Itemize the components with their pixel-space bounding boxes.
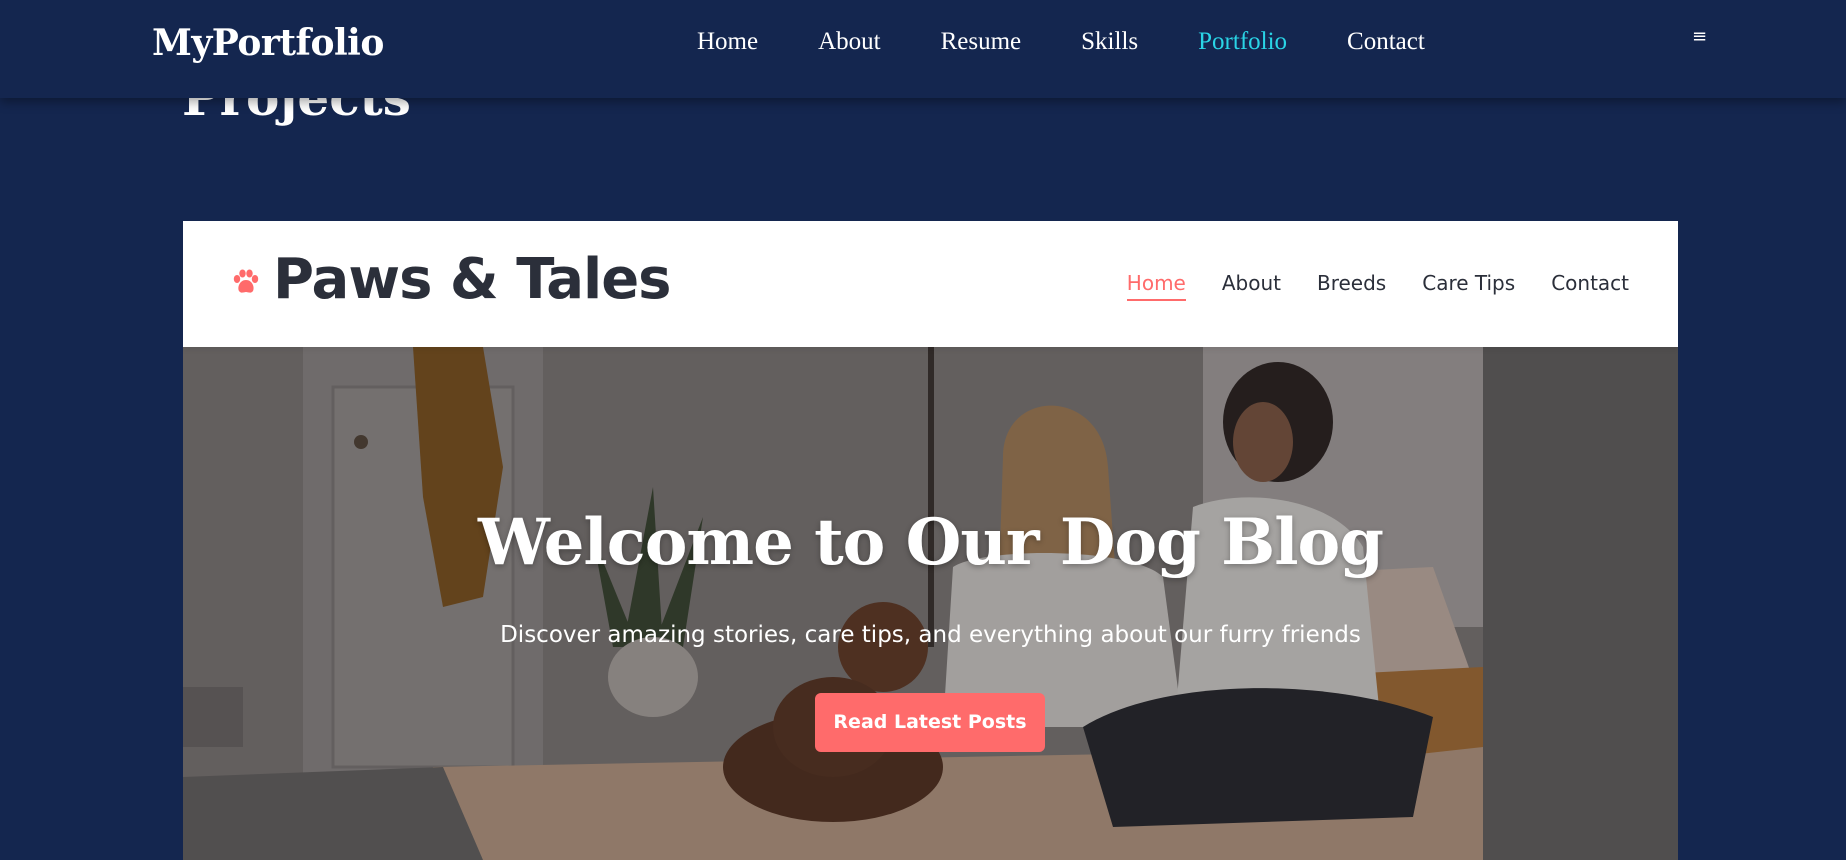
- blog-nav: Home About Breeds Care Tips Contact: [1091, 271, 1629, 301]
- blog-nav-home[interactable]: Home: [1126, 271, 1186, 301]
- hero-section: Welcome to Our Dog Blog Discover amazing…: [183, 347, 1678, 860]
- nav-skills[interactable]: Skills: [1081, 28, 1138, 56]
- blog-nav-breeds[interactable]: Breeds: [1317, 271, 1386, 301]
- project-preview-card[interactable]: Paws & Tales Home About Breeds Care Tips…: [183, 221, 1678, 860]
- hero-subtitle: Discover amazing stories, care tips, and…: [500, 622, 1361, 648]
- nav-portfolio[interactable]: Portfolio: [1198, 28, 1287, 56]
- hamburger-icon[interactable]: ≡: [1692, 28, 1708, 46]
- blog-nav-contact[interactable]: Contact: [1551, 271, 1629, 301]
- portfolio-nav: Home About Resume Skills Portfolio Conta…: [697, 28, 1485, 56]
- portfolio-brand[interactable]: MyPortfolio: [152, 22, 384, 64]
- paw-icon: [233, 269, 259, 293]
- blog-nav-about[interactable]: About: [1222, 271, 1281, 301]
- blog-title[interactable]: Paws & Tales: [273, 247, 671, 312]
- hero-title: Welcome to Our Dog Blog: [478, 505, 1384, 580]
- blog-header: Paws & Tales Home About Breeds Care Tips…: [183, 221, 1678, 347]
- blog-nav-care-tips[interactable]: Care Tips: [1422, 271, 1515, 301]
- portfolio-navbar: MyPortfolio Home About Resume Skills Por…: [0, 0, 1846, 98]
- nav-contact[interactable]: Contact: [1347, 28, 1425, 56]
- read-latest-posts-button[interactable]: Read Latest Posts: [815, 693, 1045, 752]
- hero-content: Welcome to Our Dog Blog Discover amazing…: [183, 347, 1678, 860]
- nav-about[interactable]: About: [818, 28, 881, 56]
- nav-home[interactable]: Home: [697, 28, 758, 56]
- nav-resume[interactable]: Resume: [941, 28, 1022, 56]
